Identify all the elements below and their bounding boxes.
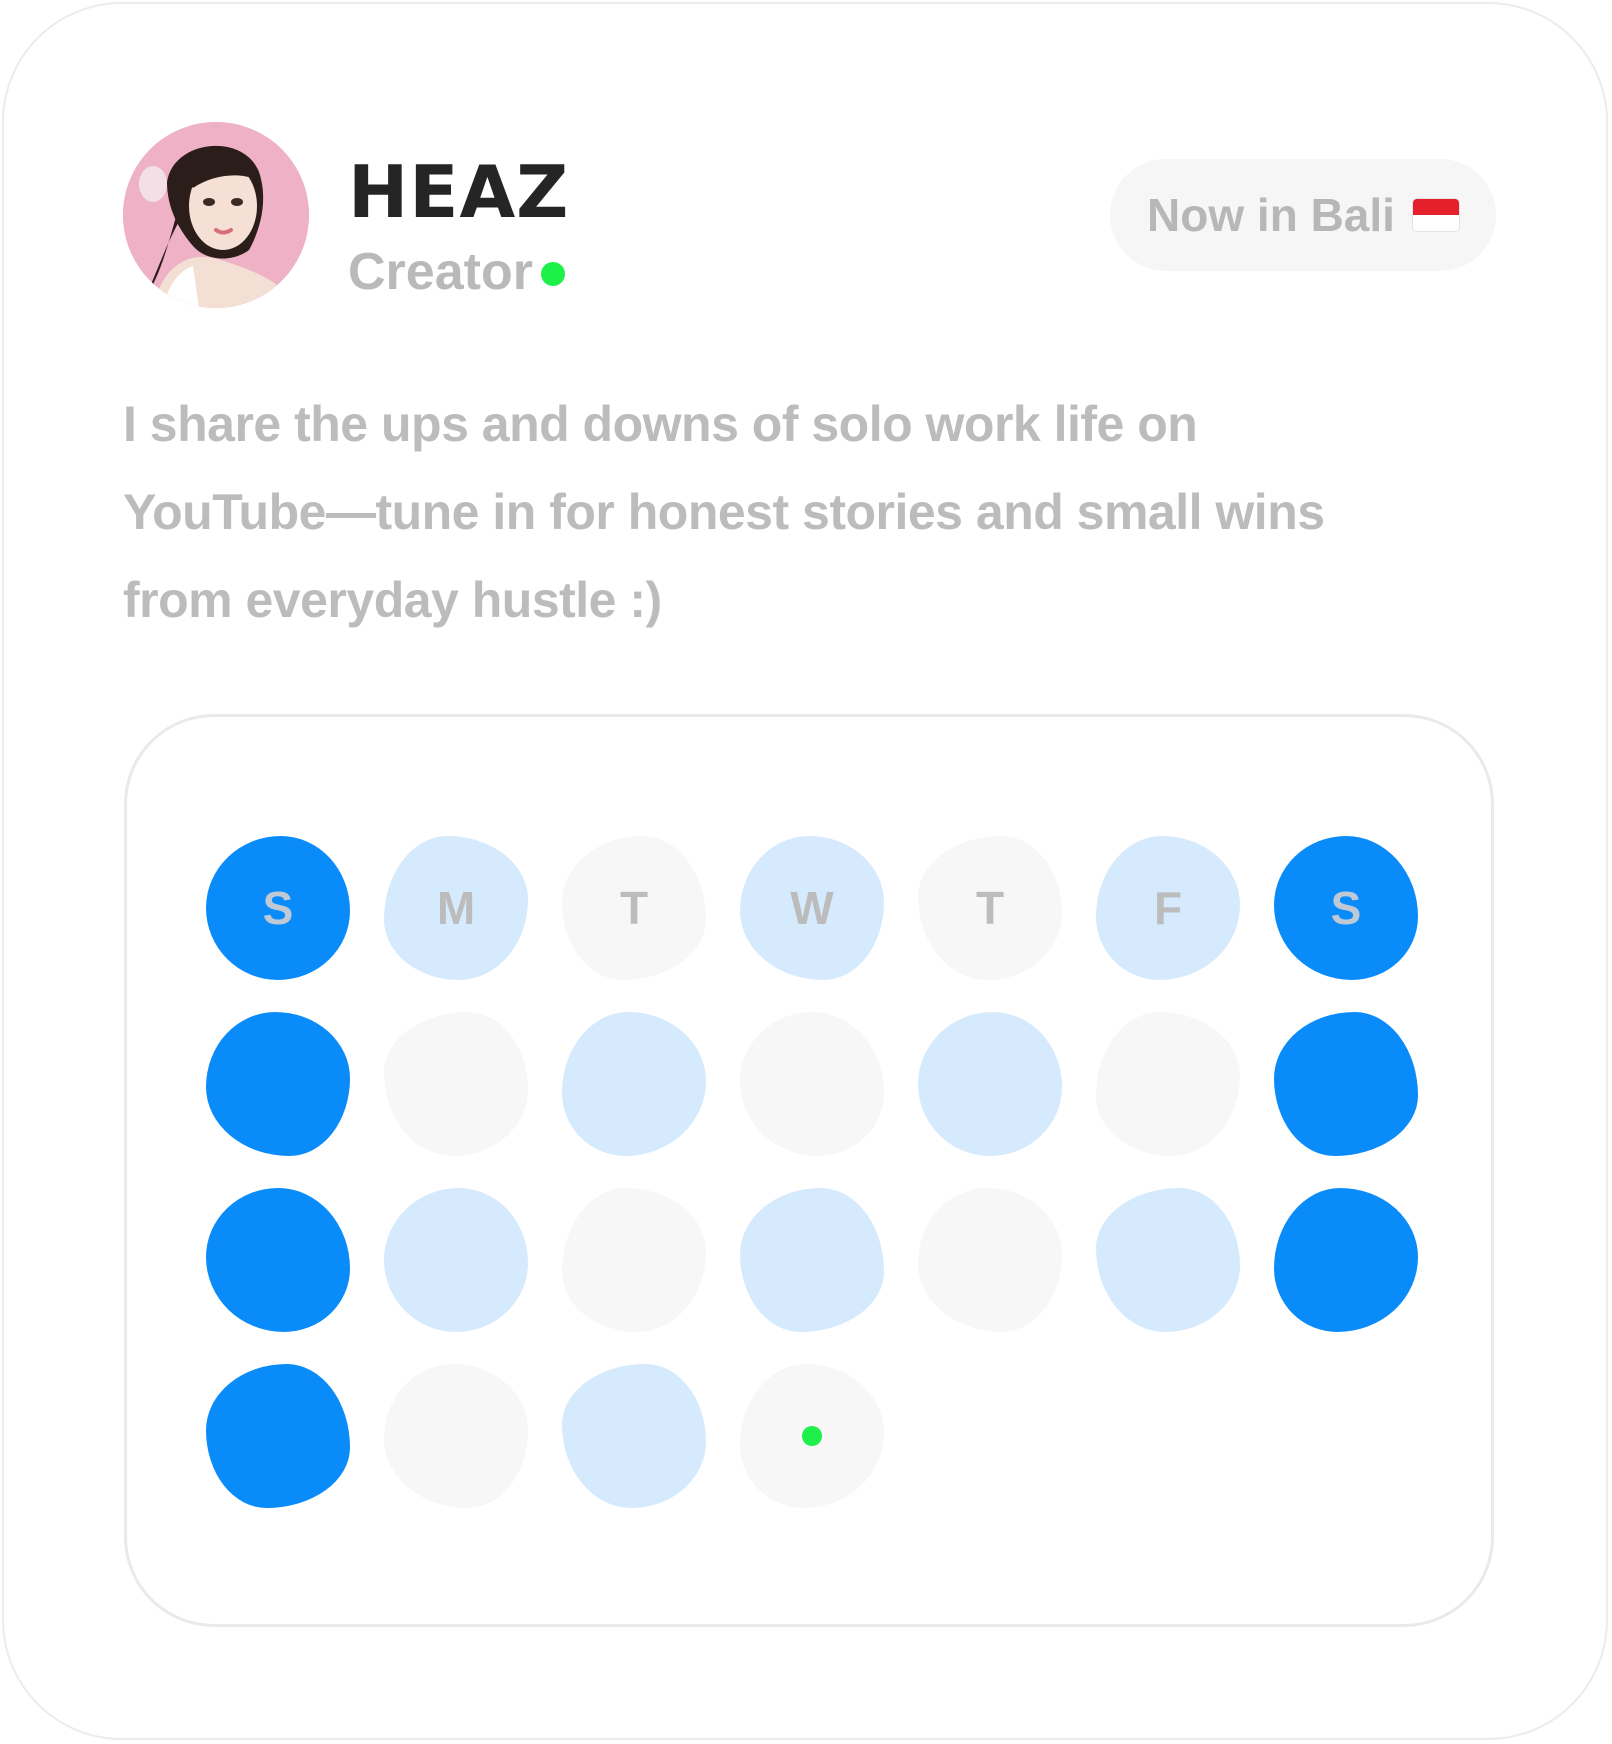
online-status-indicator xyxy=(540,262,565,286)
calendar-day[interactable] xyxy=(740,1188,884,1332)
location-badge[interactable]: Now in Bali xyxy=(1110,159,1496,271)
calendar-day[interactable] xyxy=(562,1188,706,1332)
calendar-day[interactable]: W xyxy=(740,836,884,980)
calendar-day[interactable]: S xyxy=(206,836,350,980)
calendar-day[interactable] xyxy=(1096,1012,1240,1156)
calendar-day[interactable] xyxy=(562,1012,706,1156)
calendar-day[interactable] xyxy=(384,1364,528,1508)
weekday-label: T xyxy=(619,882,649,934)
profile-name: HEAZ xyxy=(348,150,570,234)
profile-card: HEAZ Creator Now in Bali I share the ups… xyxy=(2,2,1608,1740)
calendar-day[interactable] xyxy=(384,1188,528,1332)
avatar[interactable] xyxy=(123,122,309,308)
weekday-label: M xyxy=(436,882,476,934)
calendar-day[interactable] xyxy=(1274,1188,1418,1332)
role-row: Creator xyxy=(348,242,565,302)
calendar-day[interactable] xyxy=(206,1012,350,1156)
calendar-day[interactable] xyxy=(206,1188,350,1332)
indonesia-flag-icon xyxy=(1412,199,1459,231)
calendar-day[interactable]: T xyxy=(562,836,706,980)
weekday-label: S xyxy=(262,882,294,934)
weekday-label: S xyxy=(1330,882,1362,934)
today-indicator-dot xyxy=(802,1426,822,1446)
calendar-day[interactable]: T xyxy=(918,836,1062,980)
calendar-day-today[interactable] xyxy=(740,1364,884,1508)
avatar-photo xyxy=(123,122,309,308)
weekday-label: F xyxy=(1153,882,1183,934)
calendar-day[interactable] xyxy=(562,1364,706,1508)
calendar-day[interactable] xyxy=(740,1012,884,1156)
calendar-day[interactable] xyxy=(918,1188,1062,1332)
weekday-label: W xyxy=(790,882,834,934)
calendar-day[interactable] xyxy=(1274,1012,1418,1156)
location-label: Now in Bali xyxy=(1147,189,1395,241)
profile-bio: I share the ups and downs of solo work l… xyxy=(123,396,1325,628)
calendar-day[interactable] xyxy=(1096,1188,1240,1332)
calendar-day[interactable]: S xyxy=(1274,836,1418,980)
calendar-day[interactable] xyxy=(206,1364,350,1508)
calendar-day[interactable]: F xyxy=(1096,836,1240,980)
activity-calendar: SMTWTFS xyxy=(124,714,1494,1627)
calendar-day[interactable] xyxy=(384,1012,528,1156)
calendar-day[interactable] xyxy=(918,1012,1062,1156)
profile-role: Creator xyxy=(348,243,533,301)
calendar-day[interactable]: M xyxy=(384,836,528,980)
weekday-label: T xyxy=(975,882,1005,934)
